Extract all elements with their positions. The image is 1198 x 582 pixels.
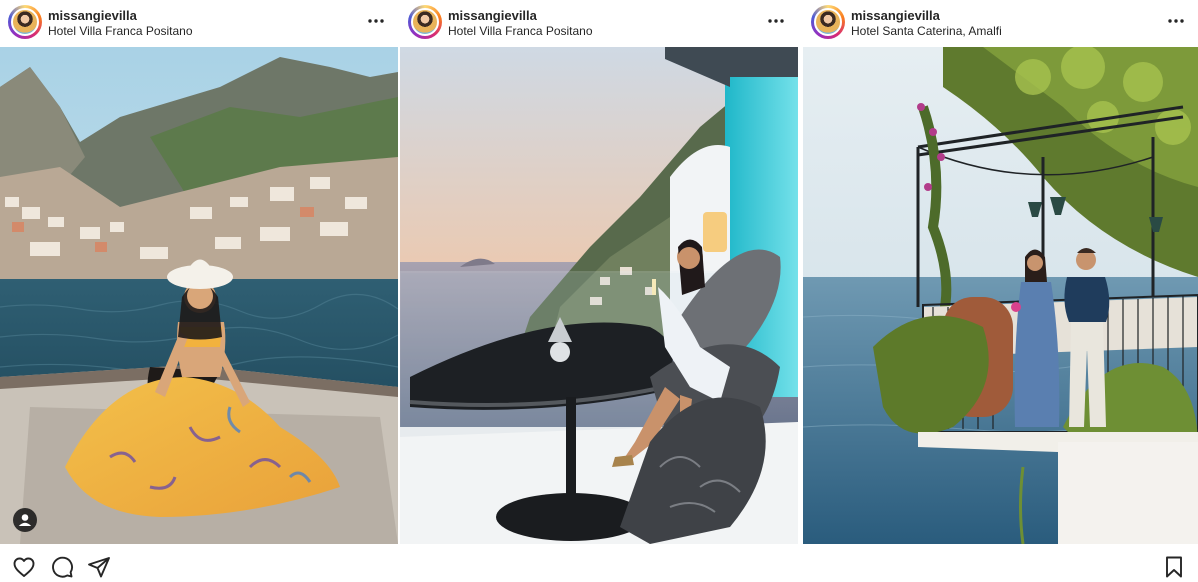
avatar[interactable]: [8, 5, 42, 39]
more-options-icon[interactable]: [366, 10, 386, 30]
comment-icon[interactable]: [50, 555, 74, 579]
bookmark-icon[interactable]: [1162, 555, 1186, 579]
post-photo[interactable]: [803, 47, 1198, 544]
post-photo[interactable]: [0, 47, 398, 544]
avatar[interactable]: [408, 5, 442, 39]
username[interactable]: missangievilla: [851, 8, 940, 23]
more-options-icon[interactable]: [1166, 10, 1186, 30]
location-link[interactable]: Hotel Villa Franca Positano: [448, 24, 593, 38]
location-link[interactable]: Hotel Villa Franca Positano: [48, 24, 193, 38]
post-2: missangievilla Hotel Villa Franca Posita…: [400, 0, 798, 544]
more-options-icon[interactable]: [766, 10, 786, 30]
send-icon[interactable]: [87, 555, 111, 579]
post-photo[interactable]: [400, 47, 798, 544]
user-tag-button[interactable]: [13, 508, 37, 532]
user-tag-icon: [18, 514, 32, 526]
post-header: missangievilla Hotel Villa Franca Posita…: [400, 0, 798, 46]
post-3: missangievilla Hotel Santa Caterina, Ama…: [803, 0, 1198, 544]
username[interactable]: missangievilla: [48, 8, 137, 23]
avatar[interactable]: [811, 5, 845, 39]
post-header: missangievilla Hotel Santa Caterina, Ama…: [803, 0, 1198, 46]
heart-icon[interactable]: [12, 555, 36, 579]
location-link[interactable]: Hotel Santa Caterina, Amalfi: [851, 24, 1002, 38]
action-bar: [0, 546, 1198, 582]
post-header: missangievilla Hotel Villa Franca Posita…: [0, 0, 398, 46]
username[interactable]: missangievilla: [448, 8, 537, 23]
post-1: missangievilla Hotel Villa Franca Posita…: [0, 0, 398, 544]
